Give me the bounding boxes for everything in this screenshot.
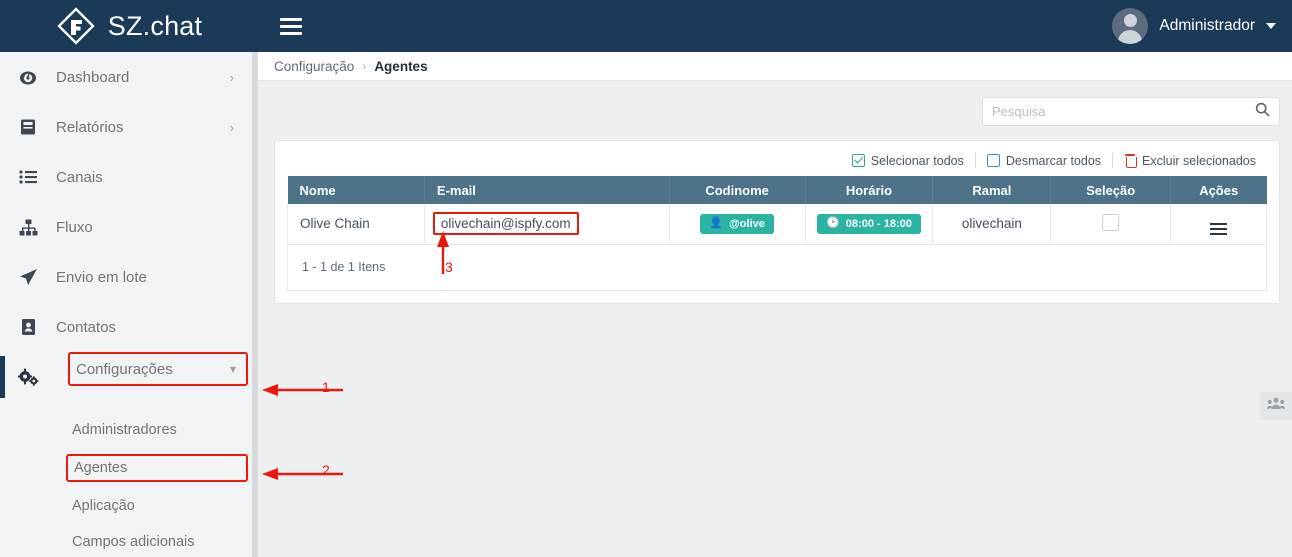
gears-icon [0, 352, 56, 402]
codinome-value: @olive [729, 217, 765, 230]
empty-checkbox-icon [986, 154, 1000, 167]
deselect-all-button[interactable]: Desmarcar todos [976, 154, 1112, 168]
search-box[interactable] [982, 97, 1280, 126]
select-all-label: Selecionar todos [870, 153, 964, 168]
sidebar-item-label: Canais [56, 168, 103, 186]
sidebar-item-envio-em-lote[interactable]: Envio em lote [0, 252, 256, 302]
delete-selected-button[interactable]: Excluir selecionados [1113, 154, 1267, 168]
deselect-all-label: Desmarcar todos [1005, 153, 1102, 168]
sidebar-item-label: Dashboard [56, 68, 130, 86]
sidebar-item-label: Configurações [76, 360, 173, 378]
cell-horario: 🕑 08:00 - 18:00 [804, 204, 934, 245]
column-header-selecao[interactable]: Seleção [1050, 176, 1171, 204]
column-header-nome[interactable]: Nome [287, 176, 425, 204]
column-header-horario[interactable]: Horário [805, 176, 934, 204]
breadcrumb-current: Agentes [374, 58, 428, 74]
horario-badge: 🕑 08:00 - 18:00 [817, 213, 921, 234]
breadcrumb-separator: › [362, 59, 367, 73]
codinome-badge: 👤 @olive [700, 213, 774, 234]
sidebar-item-configuracoes[interactable]: Configurações ▾ [68, 352, 248, 386]
sidebar-item-relatorios[interactable]: Relatórios › [0, 102, 256, 152]
cell-ramal: olivechain [932, 204, 1052, 245]
cell-codinome: 👤 @olive [668, 204, 806, 245]
table-toolbar: Selecionar todos Desmarcar todos Excluir… [287, 151, 1267, 176]
agents-card: Selecionar todos Desmarcar todos Excluir… [274, 140, 1280, 304]
top-bar: SZ.chat Administrador [0, 0, 1292, 52]
sidebar-subitem-campos-adicionais[interactable]: Campos adicionais [0, 524, 256, 557]
clock-icon: 🕑 [826, 217, 840, 230]
delete-selected-label: Excluir selecionados [1142, 153, 1256, 168]
hamburger-menu-icon[interactable] [280, 17, 302, 35]
sidebar-item-canais[interactable]: Canais [0, 152, 256, 202]
annotation-number-2: 2 [322, 462, 330, 478]
search-input[interactable] [992, 104, 1255, 119]
list-icon [0, 170, 56, 184]
sitemap-icon [0, 219, 56, 236]
address-book-icon [0, 318, 56, 336]
search-row [258, 81, 1292, 126]
table-header-row: Nome E-mail Codinome Horário Ramal Seleç… [287, 176, 1267, 204]
column-header-email[interactable]: E-mail [424, 176, 670, 204]
sidebar-item-label: Relatórios [56, 118, 124, 136]
email-value: olivechain@ispfy.com [432, 212, 579, 236]
checked-checkbox-icon [851, 154, 865, 167]
user-avatar-icon [1112, 8, 1149, 44]
annotation-number-1: 1 [322, 379, 330, 395]
table-row: Olive Chain olivechain@ispfy.com 👤 @oliv… [287, 204, 1268, 245]
sidebar-subitem-aplicacao[interactable]: Aplicação [0, 488, 256, 524]
sidebar-subitem-label: Administradores [72, 422, 177, 438]
book-icon [0, 118, 56, 136]
cell-selecao [1050, 204, 1171, 245]
annotation-number-3: 3 [445, 259, 453, 275]
paper-plane-icon [0, 268, 56, 286]
breadcrumb-root[interactable]: Configuração [274, 59, 354, 74]
sidebar-subitem-label: Agentes [74, 460, 128, 476]
table-body: Olive Chain olivechain@ispfy.com 👤 @oliv… [287, 204, 1268, 245]
cell-email: olivechain@ispfy.com [423, 204, 670, 245]
user-icon: 👤 [709, 217, 724, 230]
sidebar-item-contatos[interactable]: Contatos [0, 302, 256, 352]
select-all-button[interactable]: Selecionar todos [841, 154, 975, 168]
search-icon[interactable] [1255, 102, 1270, 122]
user-name-label: Administrador [1159, 17, 1255, 34]
sidebar-nav: Dashboard › Relatórios › Canais Fluxo En… [0, 52, 256, 557]
users-group-icon [1266, 397, 1286, 415]
user-menu[interactable]: Administrador [1112, 8, 1292, 44]
chevron-down-icon[interactable] [1266, 23, 1276, 29]
users-group-fab[interactable] [1260, 392, 1292, 420]
sidebar-item-label: Contatos [56, 318, 117, 336]
column-header-codinome[interactable]: Codinome [669, 176, 806, 204]
sidebar-item-label: Fluxo [56, 218, 93, 236]
sidebar-subitem-label: Aplicação [72, 498, 135, 514]
brand-logo-area[interactable]: SZ.chat [0, 0, 258, 52]
column-header-acoes[interactable]: Ações [1170, 176, 1267, 204]
horario-value: 08:00 - 18:00 [845, 217, 912, 230]
speedometer-icon [0, 67, 56, 87]
row-checkbox-icon[interactable] [1102, 213, 1120, 231]
cell-acoes [1169, 204, 1268, 245]
table-head: Nome E-mail Codinome Horário Ramal Seleç… [287, 176, 1267, 204]
breadcrumb: Configuração › Agentes [258, 52, 1292, 81]
table-pagination-info: 1 - 1 de 1 Itens [287, 244, 1267, 291]
sidebar-item-dashboard[interactable]: Dashboard › [0, 52, 256, 102]
cell-nome: Olive Chain [287, 204, 425, 245]
sidebar-item-fluxo[interactable]: Fluxo [0, 202, 256, 252]
sidebar-subitem-agentes[interactable]: Agentes [66, 454, 248, 482]
sidebar-item-label: Envio em lote [56, 268, 147, 286]
column-header-ramal[interactable]: Ramal [932, 176, 1052, 204]
main-content: Configuração › Agentes Selecionar todos … [258, 52, 1292, 557]
trash-icon [1124, 154, 1137, 168]
hamburger-actions-icon[interactable] [1209, 222, 1227, 235]
chevron-down-icon: ▾ [229, 362, 236, 376]
chevron-right-icon: › [229, 69, 234, 85]
agents-table: Nome E-mail Codinome Horário Ramal Seleç… [287, 176, 1268, 245]
chevron-right-icon: › [229, 119, 234, 135]
sidebar-subitem-label: Campos adicionais [72, 534, 195, 550]
brand-name: SZ.chat [107, 10, 203, 41]
diamond-logo-icon [56, 6, 96, 46]
sidebar-subitem-administradores[interactable]: Administradores [0, 412, 256, 448]
